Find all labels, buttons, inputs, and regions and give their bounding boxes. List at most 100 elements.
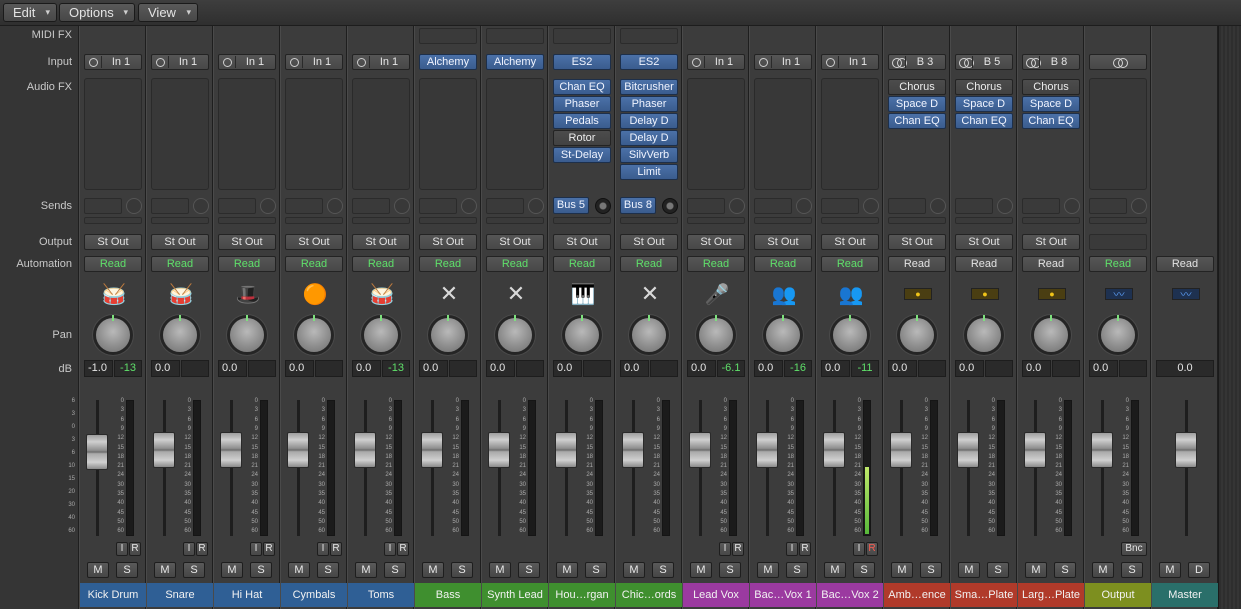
send-level-knob[interactable] [595,198,611,214]
volume-fader[interactable] [287,432,309,468]
volume-fader[interactable] [957,432,979,468]
automation-mode[interactable]: Read [1156,256,1214,272]
output-slot[interactable]: St Out [1022,234,1080,250]
input-monitor-button[interactable]: I [116,542,128,556]
pan-knob[interactable] [632,315,666,352]
output-slot[interactable]: St Out [553,234,611,250]
peak-db-readout[interactable] [985,360,1013,377]
send-slot-empty[interactable] [821,217,879,224]
send-slot[interactable] [955,198,993,214]
solo-button[interactable]: S [518,562,540,578]
pan-knob[interactable] [230,315,264,352]
record-enable-button[interactable]: R [397,542,409,556]
record-enable-button[interactable]: R [799,542,811,556]
volume-fader[interactable] [488,432,510,468]
track-name[interactable]: Amb…ence [884,583,950,607]
automation-mode[interactable]: Read [955,256,1013,272]
automation-mode[interactable]: Read [84,256,142,272]
audio-fx-slot[interactable]: Space D [888,96,946,112]
send-level-knob[interactable] [260,198,276,214]
track-name[interactable]: Sma…Plate [951,583,1017,607]
peak-db-readout[interactable] [1052,360,1080,377]
audio-fx-slot[interactable]: Pedals [553,113,611,129]
solo-button[interactable]: S [652,562,674,578]
send-level-knob[interactable] [729,198,745,214]
audio-fx-slot[interactable]: Chorus [1022,79,1080,95]
mute-button[interactable]: M [1159,562,1181,578]
input-slot[interactable]: In 1 [687,54,745,70]
pan-knob[interactable] [498,315,532,352]
microphone-icon[interactable]: 🎤 [701,280,733,308]
send-level-knob[interactable] [193,198,209,214]
mute-button[interactable]: M [1092,562,1114,578]
peak-db-readout[interactable] [918,360,946,377]
send-slot[interactable] [687,198,725,214]
automation-mode[interactable]: Read [285,256,343,272]
volume-db-readout[interactable]: 0.0 [620,360,649,377]
peak-db-readout[interactable] [650,360,678,377]
volume-db-readout[interactable]: -1.0 [84,360,113,377]
audio-fx-slot[interactable]: Chan EQ [1022,113,1080,129]
input-slot[interactable]: In 1 [352,54,410,70]
send-slot-empty[interactable] [1022,217,1080,224]
organ-keyboard-icon[interactable]: 🎹 [567,280,599,308]
track-name[interactable]: Toms [348,583,414,607]
output-slot[interactable]: St Out [955,234,1013,250]
volume-fader[interactable] [1024,432,1046,468]
audio-fx-slot[interactable]: Delay D [620,130,678,146]
solo-button[interactable]: S [1054,562,1076,578]
send-level-knob[interactable] [997,198,1013,214]
input-monitor-button[interactable]: I [786,542,798,556]
input-slot[interactable]: In 1 [754,54,812,70]
solo-button[interactable]: S [786,562,808,578]
volume-db-readout[interactable]: 0.0 [352,360,381,377]
pan-knob[interactable] [833,315,867,352]
peak-db-readout[interactable] [248,360,276,377]
send-slot[interactable] [754,198,792,214]
output-slot[interactable]: St Out [419,234,477,250]
audio-fx-area[interactable] [486,78,544,190]
input-slot[interactable]: In 1 [151,54,209,70]
volume-fader[interactable] [689,432,711,468]
cymbal-icon[interactable]: 🟠 [299,280,331,308]
audio-fx-area[interactable] [821,78,879,190]
send-slot-empty[interactable] [419,217,477,224]
send-level-knob[interactable] [1064,198,1080,214]
pan-knob[interactable] [96,315,130,352]
automation-mode[interactable]: Read [620,256,678,272]
choir-icon[interactable]: 👥 [835,280,867,308]
volume-fader[interactable] [354,432,376,468]
output-slot[interactable]: St Out [352,234,410,250]
pan-knob[interactable] [163,315,197,352]
solo-button[interactable]: S [719,562,741,578]
instrument-slot[interactable]: ES2 [553,54,611,70]
aux-meter-icon[interactable]: ● [904,288,932,300]
tom-drum-icon[interactable]: 🥁 [366,280,398,308]
record-enable-button[interactable]: R [330,542,342,556]
send-slot[interactable] [888,198,926,214]
mute-button[interactable]: M [891,562,913,578]
input-monitor-button[interactable]: I [317,542,329,556]
track-name[interactable]: Hou…rgan [549,583,615,607]
output-slot[interactable]: St Out [821,234,879,250]
send-slot[interactable] [486,198,524,214]
audio-fx-area[interactable] [419,78,477,190]
record-enable-button[interactable]: R [732,542,744,556]
peak-db-readout[interactable] [583,360,611,377]
input-monitor-button[interactable]: I [250,542,262,556]
send-level-knob[interactable] [796,198,812,214]
output-slot[interactable]: St Out [888,234,946,250]
choir-icon[interactable]: 👥 [768,280,800,308]
record-enable-button[interactable]: R [129,542,141,556]
audio-fx-slot[interactable]: Chorus [955,79,1013,95]
mute-button[interactable]: M [556,562,578,578]
mute-button[interactable]: M [824,562,846,578]
audio-fx-area[interactable] [151,78,209,190]
volume-db-readout[interactable]: 0.0 [821,360,850,377]
send-slot-empty[interactable] [151,217,209,224]
waveform-icon[interactable]: 〰 [1172,288,1200,301]
volume-db-readout[interactable]: 0.0 [687,360,716,377]
track-name[interactable]: Chic…ords [616,583,682,607]
output-slot[interactable] [1089,234,1147,250]
volume-db-readout[interactable]: 0.0 [888,360,917,377]
